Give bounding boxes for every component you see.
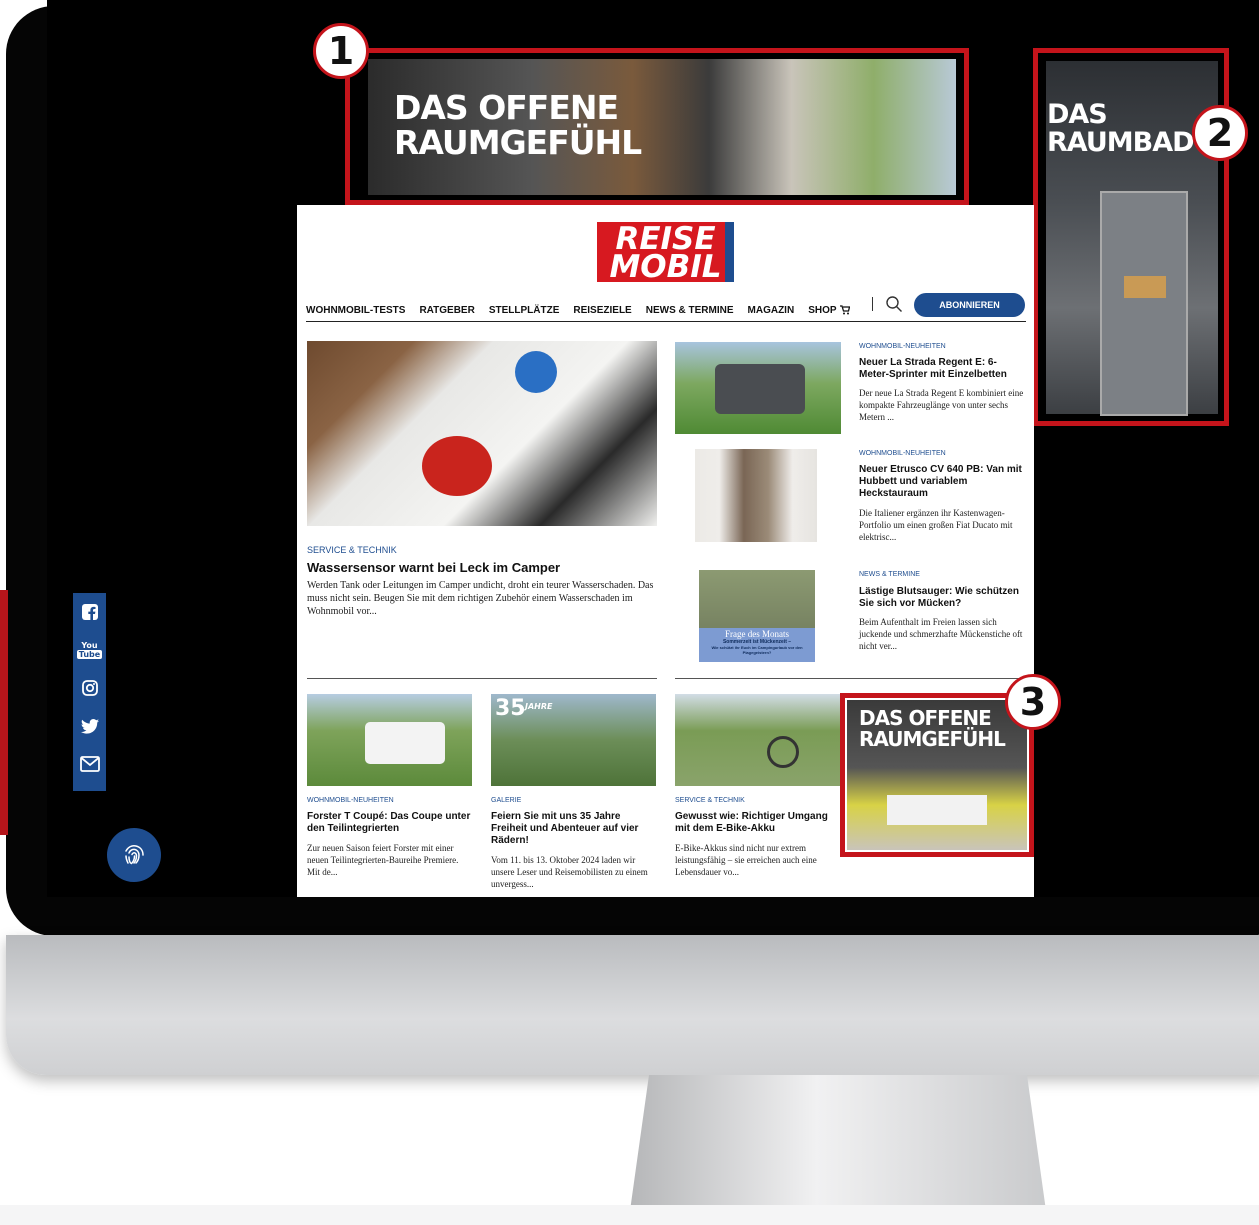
youtube-label-2: Tube [76, 650, 103, 659]
poll-overlay: Frage des Monats Sommerzeit ist Mückenze… [699, 628, 815, 662]
side-article-3-image[interactable]: Frage des Monats Sommerzeit ist Mückenze… [699, 570, 815, 662]
poll-line-2: Wie schützt ihr Euch im Campingurlaub vo… [711, 645, 803, 655]
bottom-article-1-teaser: Zur neuen Saison feiert Forster mit eine… [307, 843, 459, 877]
side-article-1-teaser: Der neue La Strada Regent E kombiniert e… [859, 388, 1024, 422]
side-article-3-teaser: Beim Aufenthalt im Freien lassen sich ju… [859, 617, 1023, 651]
shower-niche [1124, 276, 1166, 298]
nav-underline [306, 321, 1026, 322]
ad-banner-top[interactable]: DAS OFFENE RAUMGEFÜHL [345, 48, 969, 205]
nav-item-stellplaetze[interactable]: STELLPLÄTZE [489, 305, 560, 316]
youtube-label-1: You [81, 641, 98, 650]
side-article-2-category[interactable]: WOHNMOBIL-NEUHEITEN [859, 450, 946, 457]
bottom-article-1-image[interactable] [307, 694, 472, 786]
nav-item-shop[interactable]: SHOP [808, 305, 836, 316]
ad-inline[interactable]: DAS OFFENE RAUMGEFÜHL [840, 693, 1034, 857]
monitor-stand [628, 1075, 1048, 1225]
van-visual [715, 364, 805, 414]
blue-cap-visual [515, 351, 557, 393]
site-logo[interactable]: REISE MOBIL [597, 222, 734, 285]
search-icon[interactable] [885, 295, 903, 313]
logo-side-strip [725, 222, 734, 282]
privacy-settings-button[interactable] [107, 828, 161, 882]
bottom-article-3-category[interactable]: SERVICE & TECHNIK [675, 797, 745, 804]
lead-article-category[interactable]: SERVICE & TECHNIK [307, 545, 397, 555]
side-article-2-teaser: Die Italiener ergänzen ihr Kastenwagen-P… [859, 508, 1013, 542]
shower-visual [1100, 191, 1188, 416]
lead-article-teaser: Werden Tank oder Leitungen im Camper und… [307, 580, 654, 617]
bottom-article-1-title[interactable]: Forster T Coupé: Das Coupe unter den Tei… [307, 811, 472, 835]
marker-3: 3 [1005, 674, 1061, 730]
mail-icon[interactable] [73, 745, 106, 783]
motorhome-visual [365, 722, 445, 764]
side-article-1-category[interactable]: WOHNMOBIL-NEUHEITEN [859, 343, 946, 350]
nav-item-ratgeber[interactable]: RATGEBER [419, 305, 474, 316]
divider-right [675, 678, 1026, 679]
nav-item-wohnmobil-tests[interactable]: WOHNMOBIL-TESTS [306, 305, 405, 316]
floor [0, 1205, 1259, 1225]
side-article-1-title[interactable]: Neuer La Strada Regent E: 6-Meter-Sprint… [859, 357, 1025, 381]
side-article-2-image[interactable] [695, 449, 817, 542]
nav-separator [872, 297, 873, 311]
ad-inline-line-1: DAS OFFENE [859, 706, 992, 730]
ad-inline-line-2: RAUMGEFÜHL [859, 727, 1006, 751]
nav-item-magazin[interactable]: MAGAZIN [748, 305, 795, 316]
nav-item-reiseziele[interactable]: REISEZIELE [573, 305, 631, 316]
bottom-article-2-image[interactable]: 35 JAHRE [491, 694, 656, 786]
side-article-1-image[interactable] [675, 342, 841, 434]
facebook-icon[interactable] [73, 593, 106, 631]
bottom-article-2-title[interactable]: Feiern Sie mit uns 35 Jahre Freiheit und… [491, 811, 656, 847]
lead-article-title[interactable]: Wassersensor warnt bei Leck im Camper [307, 560, 657, 575]
fingerprint-icon [125, 845, 144, 865]
side-article-2-title[interactable]: Neuer Etrusco CV 640 PB: Van mit Hubbett… [859, 464, 1025, 500]
nav-item-news-termine[interactable]: NEWS & TERMINE [646, 305, 734, 316]
red-edge-decoration [0, 590, 8, 835]
marker-2: 2 [1192, 105, 1248, 161]
ad-inline-headline: DAS OFFENE RAUMGEFÜHL [859, 706, 1006, 751]
social-sidebar: You Tube [73, 593, 106, 791]
bottom-article-1-category[interactable]: WOHNMOBIL-NEUHEITEN [307, 797, 394, 804]
logo-line-2: MOBIL [609, 249, 722, 285]
ad-skyscraper[interactable]: DAS RAUMBAD [1033, 48, 1229, 426]
table-visual [887, 795, 987, 825]
ad-banner-line-1: DAS OFFENE [394, 88, 619, 127]
side-article-3-category[interactable]: NEWS & TERMINE [859, 571, 920, 578]
divider-left [307, 678, 657, 679]
ad-banner-headline: DAS OFFENE RAUMGEFÜHL [394, 88, 642, 162]
poll-title: Frage des Monats [725, 629, 789, 639]
side-article-3-title[interactable]: Lästige Blutsauger: Wie schützen Sie sic… [859, 586, 1025, 610]
monitor-chin [6, 935, 1259, 1075]
instagram-icon[interactable] [73, 669, 106, 707]
cart-icon [839, 305, 850, 315]
bottom-article-2-category[interactable]: GALERIE [491, 797, 521, 804]
anniversary-word: JAHRE [525, 702, 553, 711]
bottom-article-3-image[interactable] [675, 694, 840, 786]
subscribe-button[interactable]: ABONNIEREN [914, 293, 1025, 317]
red-cap-visual [422, 436, 492, 496]
anniversary-number: 35 [495, 696, 526, 721]
twitter-icon[interactable] [73, 707, 106, 745]
bike-wheel-visual [767, 736, 799, 768]
bottom-article-3-title[interactable]: Gewusst wie: Richtiger Umgang mit dem E-… [675, 811, 845, 835]
ad-banner-line-2: RAUMGEFÜHL [394, 122, 642, 162]
bottom-article-2-teaser: Vom 11. bis 13. Oktober 2024 laden wir u… [491, 855, 648, 889]
bottom-article-3-teaser: E-Bike-Akkus sind nicht nur extrem leist… [675, 843, 817, 877]
youtube-icon[interactable]: You Tube [73, 631, 106, 669]
lead-article-image[interactable] [307, 341, 657, 526]
marker-1: 1 [313, 23, 369, 79]
